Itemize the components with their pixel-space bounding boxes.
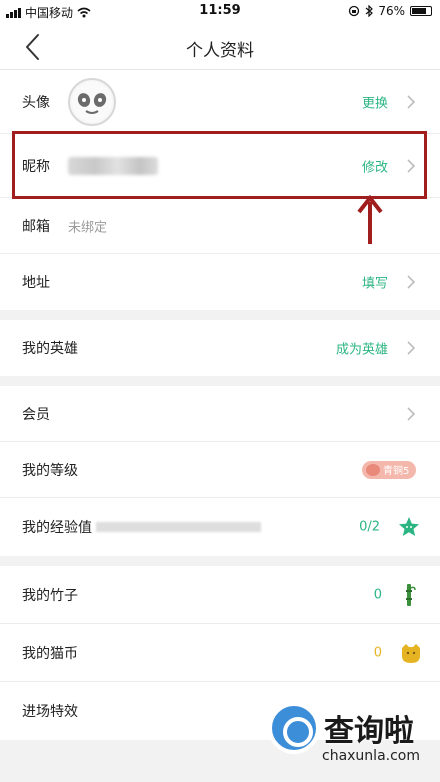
bamboo-value: 0	[373, 587, 382, 602]
change-avatar-button[interactable]: 更换	[362, 92, 388, 111]
exp-value: 0/2	[359, 519, 380, 535]
pig-icon	[366, 463, 380, 476]
star-icon	[399, 517, 419, 536]
row-avatar-label: 头像	[22, 94, 50, 111]
chevron-right-icon	[407, 94, 416, 109]
arrow-up-icon	[357, 194, 383, 244]
row-hero[interactable]: 我的英雄 成为英雄	[0, 320, 440, 376]
level-badge-text: 青铜5	[383, 466, 410, 477]
page-title: 个人资料	[186, 41, 254, 61]
status-bar: 中国移动 11:59 76%	[0, 0, 440, 24]
lock-rotation-icon	[349, 5, 360, 17]
row-exp-label: 我的经验值	[22, 520, 92, 536]
panda-avatar-icon	[72, 82, 112, 122]
row-level[interactable]: 我的等级 青铜5	[0, 442, 440, 498]
row-bamboo-label: 我的竹子	[22, 587, 78, 604]
bluetooth-icon	[365, 5, 374, 17]
watermark-logo-icon	[268, 702, 320, 754]
battery-percent: 76%	[378, 4, 405, 18]
watermark: 查询啦 chaxunla.com	[260, 698, 440, 782]
hero-group: 我的英雄 成为英雄	[0, 320, 440, 376]
level-badge: 青铜5	[362, 460, 416, 479]
row-level-label: 我的等级	[22, 462, 78, 479]
row-coin[interactable]: 我的猫币 0	[0, 624, 440, 682]
email-value: 未绑定	[68, 220, 108, 235]
highlight-box	[12, 131, 427, 199]
avatar[interactable]	[68, 78, 116, 126]
watermark-url: chaxunla.com	[322, 748, 420, 764]
row-email-label: 邮箱	[22, 218, 50, 235]
bamboo-icon	[406, 584, 416, 606]
exp-bar-blurred	[96, 522, 261, 532]
battery-icon	[410, 6, 432, 16]
coin-icon	[402, 644, 420, 663]
row-address[interactable]: 地址 填写	[0, 254, 440, 310]
chevron-right-icon	[407, 275, 416, 289]
chevron-right-icon	[407, 406, 416, 421]
nav-bar: 个人资料	[0, 24, 440, 70]
row-member[interactable]: 会员	[0, 386, 440, 442]
fill-address-button[interactable]: 填写	[362, 273, 388, 292]
row-avatar[interactable]: 头像 更换	[0, 70, 440, 134]
status-right: 76%	[348, 4, 432, 18]
row-member-label: 会员	[22, 406, 50, 423]
row-address-label: 地址	[22, 275, 50, 291]
membership-group: 会员 我的等级 青铜5 我的经验值 0/2	[0, 386, 440, 556]
coin-value: 0	[373, 645, 382, 660]
become-hero-button[interactable]: 成为英雄	[336, 339, 388, 358]
watermark-brand: 查询啦	[324, 714, 414, 749]
row-exp[interactable]: 我的经验值 0/2	[0, 498, 440, 556]
row-bamboo[interactable]: 我的竹子 0	[0, 566, 440, 624]
row-effect-label: 进场特效	[22, 704, 78, 720]
row-hero-label: 我的英雄	[22, 341, 78, 357]
chevron-right-icon	[407, 341, 416, 355]
row-coin-label: 我的猫币	[22, 645, 78, 662]
